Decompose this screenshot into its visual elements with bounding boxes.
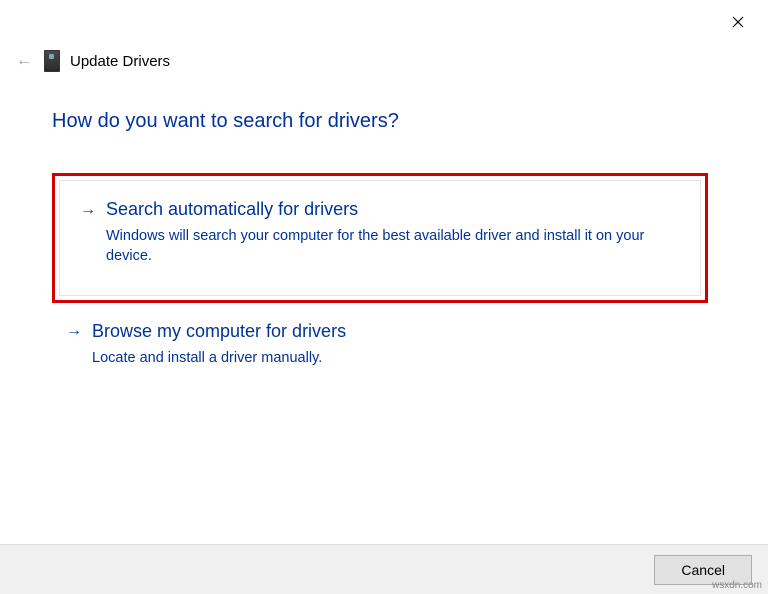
window-title: Update Drivers	[70, 53, 170, 70]
close-button[interactable]	[726, 10, 750, 34]
page-heading: How do you want to search for drivers?	[52, 110, 708, 133]
highlight-box: → Search automatically for drivers Windo…	[52, 173, 708, 303]
option-auto-title: Search automatically for drivers	[106, 199, 358, 220]
arrow-right-icon: →	[66, 322, 82, 340]
footer-bar: Cancel	[0, 544, 768, 594]
content-area: How do you want to search for drivers? →…	[52, 110, 708, 388]
option-auto-desc: Windows will search your computer for th…	[106, 226, 666, 267]
options-area: → Search automatically for drivers Windo…	[52, 173, 708, 388]
option-header: → Browse my computer for drivers	[66, 321, 688, 342]
option-browse-desc: Locate and install a driver manually.	[92, 348, 652, 368]
back-arrow-icon[interactable]: ←	[14, 52, 34, 70]
watermark: wsxdn.com	[712, 580, 762, 591]
option-header: → Search automatically for drivers	[80, 199, 680, 220]
device-icon	[44, 50, 60, 72]
header: ← Update Drivers	[14, 50, 170, 72]
option-browse-computer[interactable]: → Browse my computer for drivers Locate …	[52, 321, 708, 388]
option-search-automatically[interactable]: → Search automatically for drivers Windo…	[59, 180, 701, 296]
arrow-right-icon: →	[80, 201, 96, 219]
option-browse-title: Browse my computer for drivers	[92, 321, 346, 342]
close-icon	[732, 16, 744, 28]
